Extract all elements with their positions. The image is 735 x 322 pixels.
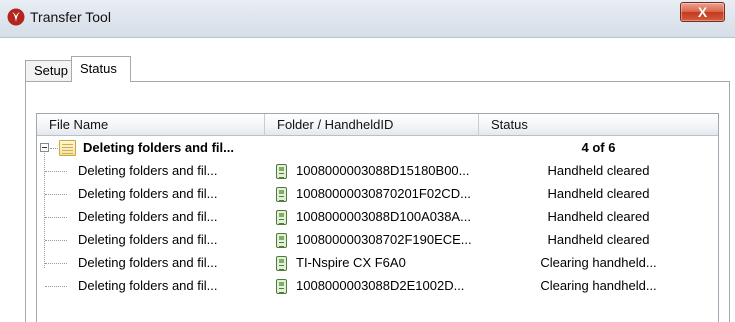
- row-folder: TI-Nspire CX F6A0: [296, 255, 406, 270]
- row-folder: 10080000030870201F02CD...: [296, 186, 471, 201]
- tree-connector: [45, 286, 67, 287]
- row-status: Handheld cleared: [547, 232, 650, 247]
- column-header-file-name[interactable]: File Name: [37, 114, 265, 136]
- folder-icon: [59, 140, 76, 156]
- tree-connector: [45, 171, 67, 172]
- row-folder-cell: 1008000003088D2E1002D...: [276, 275, 479, 297]
- ti-logo-icon: [7, 8, 25, 26]
- row-file-name: Deleting folders and fil...: [78, 186, 218, 201]
- row-status: Handheld cleared: [547, 186, 650, 201]
- close-button[interactable]: X: [680, 2, 725, 22]
- table-row-group[interactable]: Deleting folders and fil... 4 of 6: [37, 137, 718, 159]
- title-bar: Transfer Tool X: [0, 0, 735, 38]
- handheld-icon: [276, 210, 287, 225]
- row-status: Clearing handheld...: [540, 278, 657, 293]
- row-status: Handheld cleared: [547, 209, 650, 224]
- tree-connector: [45, 263, 67, 264]
- tree-connector: [45, 217, 67, 218]
- handheld-icon: [276, 256, 287, 271]
- tree-connector: [50, 148, 58, 149]
- row-folder: 100800000308702F190ECE...: [296, 232, 472, 247]
- row-folder-cell: TI-Nspire CX F6A0: [276, 252, 479, 274]
- row-file-name: Deleting folders and fil...: [78, 209, 218, 224]
- row-folder-cell: 1008000003088D15180B00...: [276, 160, 479, 182]
- row-folder: 1008000003088D100A038A...: [296, 209, 471, 224]
- status-panel: File Name Folder / HandheldID Status Del…: [25, 81, 730, 322]
- row-file-name: Deleting folders and fil...: [78, 278, 218, 293]
- table-header: File Name Folder / HandheldID Status: [37, 114, 718, 136]
- row-status: Clearing handheld...: [540, 255, 657, 270]
- table-row[interactable]: Deleting folders and fil... 100800000308…: [37, 275, 718, 297]
- handheld-icon: [276, 164, 287, 179]
- table-row[interactable]: Deleting folders and fil... TI-Nspire CX…: [37, 252, 718, 274]
- row-status: Handheld cleared: [547, 163, 650, 178]
- close-icon: X: [697, 4, 708, 20]
- window-client-area: Setup Status File Name Folder / Handheld…: [10, 38, 730, 322]
- row-folder-cell: 10080000030870201F02CD...: [276, 183, 479, 205]
- window-title: Transfer Tool: [30, 9, 111, 25]
- row-folder: 1008000003088D15180B00...: [296, 163, 470, 178]
- row-folder-cell: 100800000308702F190ECE...: [276, 229, 479, 251]
- table-row[interactable]: Deleting folders and fil... 100800000308…: [37, 183, 718, 205]
- tree-connector: [45, 240, 67, 241]
- tab-status[interactable]: Status: [71, 56, 131, 82]
- group-status: 4 of 6: [581, 140, 616, 155]
- group-file-name: Deleting folders and fil...: [83, 140, 234, 155]
- collapse-toggle[interactable]: [40, 143, 49, 152]
- group-folder: [277, 137, 477, 159]
- handheld-icon: [276, 279, 287, 294]
- table-row[interactable]: Deleting folders and fil... 100800000308…: [37, 160, 718, 182]
- row-file-name: Deleting folders and fil...: [78, 163, 218, 178]
- row-file-name: Deleting folders and fil...: [78, 232, 218, 247]
- handheld-icon: [276, 187, 287, 202]
- transfer-status-table: File Name Folder / HandheldID Status Del…: [36, 113, 719, 322]
- row-file-name: Deleting folders and fil...: [78, 255, 218, 270]
- row-folder: 1008000003088D2E1002D...: [296, 278, 465, 293]
- row-folder-cell: 1008000003088D100A038A...: [276, 206, 479, 228]
- column-header-status[interactable]: Status: [479, 114, 718, 136]
- tab-setup[interactable]: Setup: [25, 60, 72, 81]
- tree-connector: [45, 194, 67, 195]
- table-row[interactable]: Deleting folders and fil... 100800000308…: [37, 206, 718, 228]
- handheld-icon: [276, 233, 287, 248]
- column-header-folder-handheld-id[interactable]: Folder / HandheldID: [265, 114, 479, 136]
- table-row[interactable]: Deleting folders and fil... 100800000308…: [37, 229, 718, 251]
